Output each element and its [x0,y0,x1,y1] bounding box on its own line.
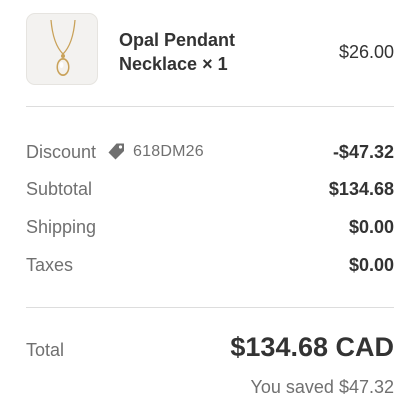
divider [26,106,394,107]
total-value: $134.68 CAD [230,332,394,362]
product-name-line1: Opal Pendant [119,30,236,50]
taxes-value: $0.00 [348,254,394,275]
subtotal-value: $134.68 [328,178,394,199]
total-label: Total [26,340,65,360]
discount-row: Discount 618DM26 -$47.32 [26,140,394,164]
product-name: Opal Pendant Necklace × 1 [119,28,299,76]
discount-label: Discount [26,141,97,162]
shipping-value: $0.00 [348,216,394,237]
shipping-row: Shipping $0.00 [26,215,394,239]
tag-icon [108,143,125,160]
taxes-label: Taxes [26,254,74,275]
discount-code: 618DM26 [133,143,204,160]
necklace-image [50,19,76,76]
discount-value: -$47.32 [332,141,394,162]
subtotal-row: Subtotal $134.68 [26,177,394,201]
savings-text: You saved $47.32 [250,377,394,397]
product-price: $26.00 [338,42,394,62]
divider [26,307,394,308]
taxes-row: Taxes $0.00 [26,253,394,277]
product-thumbnail [26,13,98,85]
shipping-label: Shipping [26,216,97,237]
subtotal-label: Subtotal [26,178,93,199]
product-quantity-line: Necklace × 1 [119,54,228,74]
